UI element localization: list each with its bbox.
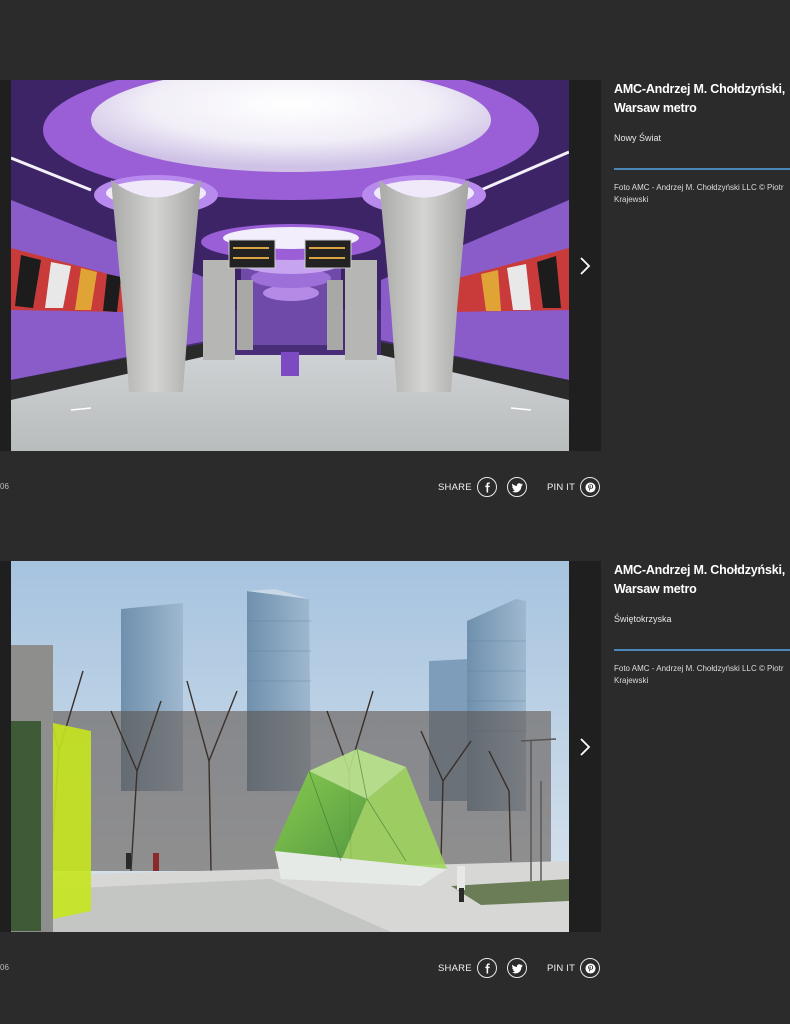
metro-entrance-photo[interactable] [11, 561, 569, 932]
twitter-icon [511, 482, 523, 492]
caption-title: AMC-Andrzej M. Chołdzyński, Warsaw metro [614, 82, 785, 115]
facebook-share-button[interactable] [477, 477, 497, 497]
metro-station-image [11, 80, 569, 451]
caption-divider [614, 168, 790, 170]
share-bar: 06 SHARE PIN IT [0, 476, 601, 500]
photo-frame [0, 561, 601, 932]
twitter-icon [511, 963, 523, 973]
photo-credit: Foto AMC - Andrzej M. Chołdzyński LLC © … [614, 664, 784, 685]
twitter-share-button[interactable] [507, 958, 527, 978]
pinterest-icon [584, 481, 596, 493]
share-label: SHARE [438, 482, 472, 493]
pinterest-icon [584, 962, 596, 974]
caption-subtitle: Świętokrzyska [614, 614, 672, 624]
photo-frame [0, 80, 601, 451]
photo-credit: Foto AMC - Andrzej M. Chołdzyński LLC © … [614, 183, 784, 204]
metro-entrance-image [11, 561, 569, 932]
chevron-right-icon [580, 256, 591, 275]
share-label: SHARE [438, 963, 472, 974]
pinterest-button[interactable] [580, 477, 600, 497]
gallery-item: AMC-Andrzej M. Chołdzyński, Warsaw metro… [0, 80, 790, 520]
pinterest-button[interactable] [580, 958, 600, 978]
pin-it-label: PIN IT [547, 482, 576, 493]
caption: AMC-Andrzej M. Chołdzyński, Warsaw metro… [614, 80, 790, 206]
facebook-share-button[interactable] [477, 958, 497, 978]
caption-title: AMC-Andrzej M. Chołdzyński, Warsaw metro [614, 563, 785, 596]
gallery-item: AMC-Andrzej M. Chołdzyński, Warsaw metro… [0, 561, 790, 1001]
caption: AMC-Andrzej M. Chołdzyński, Warsaw metro… [614, 561, 790, 687]
facebook-icon [484, 481, 490, 493]
caption-divider [614, 649, 790, 651]
next-arrow-button[interactable] [569, 80, 601, 451]
page: AMC-Andrzej M. Chołdzyński, Warsaw metro… [0, 0, 790, 1024]
pin-it-label: PIN IT [547, 963, 576, 974]
photo-counter: 06 [0, 482, 9, 491]
metro-station-photo[interactable] [11, 80, 569, 451]
caption-subtitle: Nowy Świat [614, 133, 662, 143]
share-bar: 06 SHARE PIN IT [0, 957, 601, 981]
twitter-share-button[interactable] [507, 477, 527, 497]
chevron-right-icon [580, 737, 591, 756]
photo-counter: 06 [0, 963, 9, 972]
next-arrow-button[interactable] [569, 561, 601, 932]
facebook-icon [484, 962, 490, 974]
